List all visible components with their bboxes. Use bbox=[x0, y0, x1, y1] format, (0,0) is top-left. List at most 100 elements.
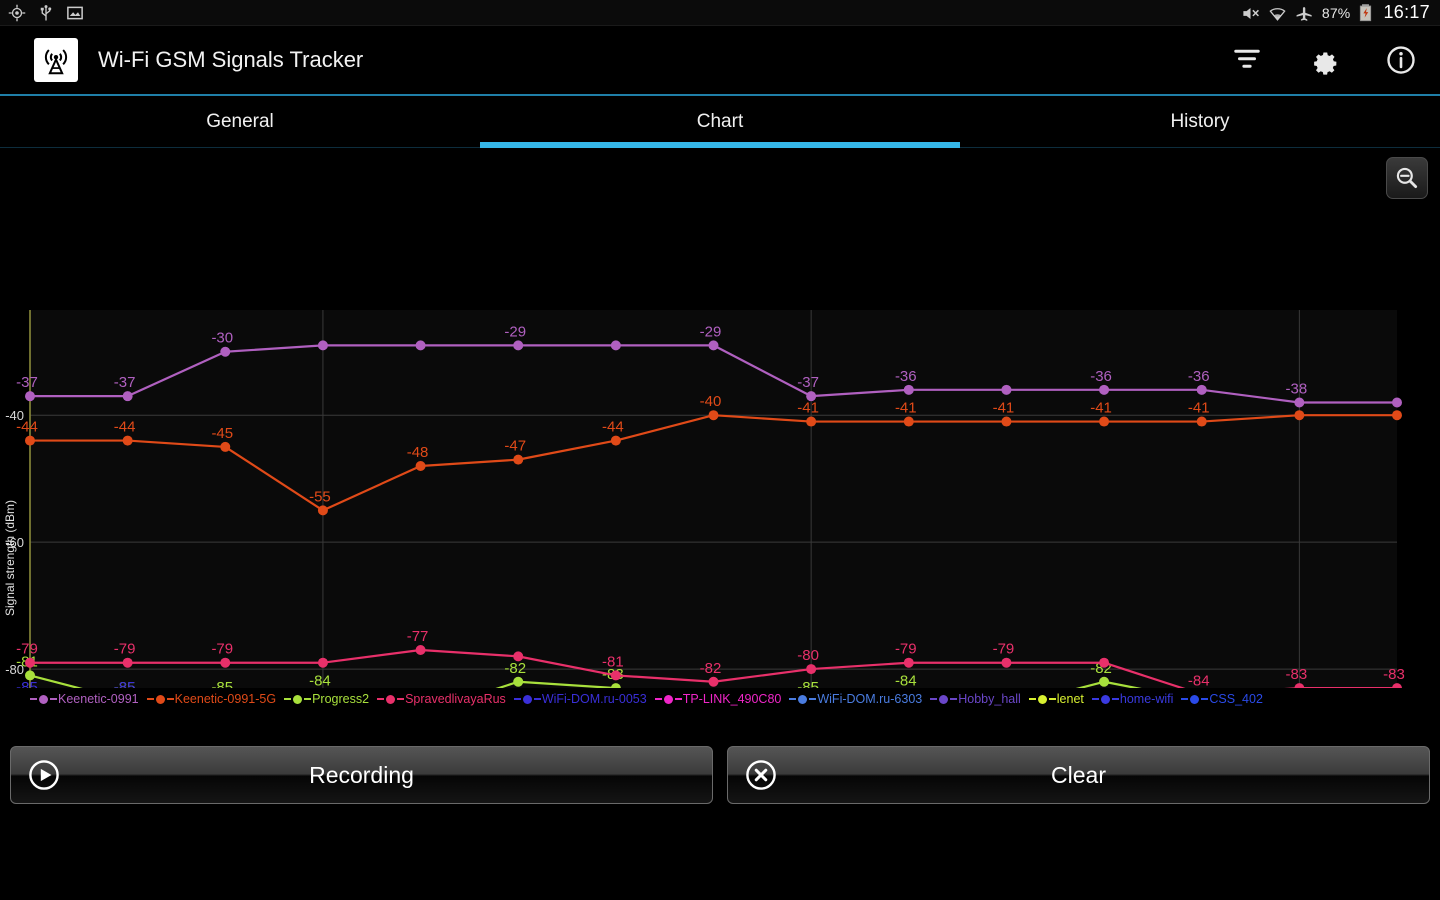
close-circle-icon bbox=[744, 758, 778, 792]
legend-marker-icon bbox=[155, 694, 165, 704]
data-point-label: -85 bbox=[114, 679, 136, 688]
legend-line bbox=[30, 698, 37, 700]
zoom-out-icon[interactable] bbox=[1386, 157, 1428, 199]
signal-chart[interactable]: -40-60-80-10016:16:5916:17:2016:17:41Tim… bbox=[0, 148, 1440, 734]
data-point-label: -83 bbox=[1286, 666, 1308, 683]
data-point-label: -29 bbox=[504, 323, 526, 340]
status-bar: 87% 16:17 bbox=[0, 0, 1440, 26]
legend-line bbox=[397, 698, 405, 700]
bottom-button-row: Recording Clear bbox=[0, 734, 1440, 804]
legend-line bbox=[166, 698, 174, 700]
legend-label: Hobby_hall bbox=[958, 692, 1021, 706]
filter-icon[interactable] bbox=[1230, 43, 1264, 77]
data-point-label: -47 bbox=[504, 438, 526, 455]
legend-line bbox=[930, 698, 938, 700]
airplane-icon bbox=[1295, 4, 1313, 22]
legend-marker-icon bbox=[1037, 694, 1047, 704]
legend-item[interactable]: Keenetic-0991-5G bbox=[146, 692, 278, 706]
mute-icon bbox=[1241, 4, 1259, 22]
data-point-label: -82 bbox=[504, 660, 526, 677]
data-point-label: -29 bbox=[700, 323, 722, 340]
clear-button[interactable]: Clear bbox=[727, 746, 1430, 804]
data-point-label: -38 bbox=[1286, 381, 1308, 398]
data-point-label: -87 bbox=[309, 685, 331, 688]
y-axis-label: Signal strength (dBm) bbox=[3, 500, 17, 616]
legend-item[interactable]: lenet bbox=[1028, 692, 1086, 706]
data-point-label: -41 bbox=[1188, 400, 1210, 417]
data-point-label: -79 bbox=[993, 641, 1015, 658]
legend-label: CSS_402 bbox=[1209, 692, 1263, 706]
legend-label: Keenetic-0991 bbox=[58, 692, 139, 706]
legend-line bbox=[1048, 698, 1056, 700]
legend-line bbox=[284, 698, 292, 700]
data-point-label: -41 bbox=[895, 400, 917, 417]
legend-item[interactable]: Hobby_hall bbox=[930, 692, 1023, 706]
gear-icon[interactable] bbox=[1307, 43, 1341, 77]
data-point-label: -85 bbox=[16, 679, 38, 688]
data-point-label: -37 bbox=[114, 374, 136, 391]
data-point-label: -36 bbox=[1188, 368, 1210, 385]
legend-label: SpravedlivayaRus bbox=[405, 692, 506, 706]
usb-icon bbox=[37, 4, 55, 22]
battery-charging-icon bbox=[1359, 3, 1372, 22]
recording-button[interactable]: Recording bbox=[10, 746, 713, 804]
data-point-label: -77 bbox=[407, 628, 429, 645]
legend-line bbox=[789, 698, 797, 700]
status-bar-clock: 16:17 bbox=[1383, 2, 1430, 22]
legend-marker-icon bbox=[663, 694, 673, 704]
data-point-label: -85 bbox=[797, 679, 819, 688]
data-point-label: -41 bbox=[797, 400, 819, 417]
legend-line bbox=[1091, 698, 1099, 700]
legend-marker-icon bbox=[1100, 694, 1110, 704]
status-bar-left-icons bbox=[8, 4, 84, 22]
status-bar-right-icons: 87% 16:17 bbox=[1241, 2, 1430, 23]
tab-bar: General Chart History bbox=[0, 96, 1440, 148]
legend-item[interactable]: Keenetic-0991 bbox=[30, 692, 141, 706]
legend-label: Keenetic-0991-5G bbox=[174, 692, 277, 706]
battery-percent: 87% bbox=[1321, 4, 1351, 21]
wifi-icon bbox=[1268, 4, 1286, 22]
data-point-label: -48 bbox=[407, 444, 429, 461]
screenshot-icon bbox=[66, 4, 84, 22]
data-point-label: -84 bbox=[895, 672, 917, 688]
page-title: Wi-Fi GSM Signals Tracker bbox=[98, 47, 364, 72]
legend-line bbox=[513, 698, 521, 700]
legend-marker-icon bbox=[386, 694, 396, 704]
legend-label: home-wifi bbox=[1119, 692, 1174, 706]
data-point-label: -82 bbox=[700, 660, 722, 677]
data-point-label: -83 bbox=[1383, 666, 1405, 683]
tab-chart[interactable]: Chart bbox=[480, 96, 960, 148]
data-point-label: -36 bbox=[1090, 368, 1112, 385]
legend-item[interactable]: WiFi-DOM.ru-6303 bbox=[789, 692, 924, 706]
info-icon[interactable] bbox=[1384, 43, 1418, 77]
tab-general[interactable]: General bbox=[0, 96, 480, 147]
legend-item[interactable]: WiFi-DOM.ru-0053 bbox=[513, 692, 649, 706]
data-point-label: -45 bbox=[211, 425, 233, 442]
legend-item[interactable]: CSS_402 bbox=[1181, 692, 1265, 706]
legend-label: lenet bbox=[1056, 692, 1084, 706]
data-point-label: -79 bbox=[895, 641, 917, 658]
chart-canvas[interactable]: -40-60-80-10016:16:5916:17:2016:17:41Tim… bbox=[0, 148, 1440, 688]
legend-line bbox=[1181, 698, 1189, 700]
legend-line bbox=[377, 698, 385, 700]
tab-history-label: History bbox=[1170, 110, 1230, 132]
data-point-label: -84 bbox=[1188, 672, 1210, 688]
legend-line bbox=[674, 698, 682, 700]
data-point-label: -81 bbox=[602, 653, 624, 670]
legend-marker-icon bbox=[798, 694, 808, 704]
tab-history[interactable]: History bbox=[960, 96, 1440, 147]
legend-item[interactable]: home-wifi bbox=[1091, 692, 1176, 706]
tab-general-label: General bbox=[206, 110, 274, 132]
data-point-label: -37 bbox=[16, 374, 38, 391]
legend-item[interactable]: SpravedlivayaRus bbox=[377, 692, 508, 706]
legend-marker-icon bbox=[939, 694, 949, 704]
legend-item[interactable]: Progress2 bbox=[284, 692, 371, 706]
data-point-label: -40 bbox=[700, 393, 722, 410]
legend-marker-icon bbox=[1190, 694, 1200, 704]
data-point-label: -44 bbox=[602, 419, 624, 436]
legend-item[interactable]: TP-LINK_490C80 bbox=[654, 692, 784, 706]
legend-line bbox=[1028, 698, 1036, 700]
legend-line bbox=[809, 698, 817, 700]
tab-chart-label: Chart bbox=[696, 110, 744, 132]
action-bar-buttons bbox=[1230, 43, 1418, 77]
